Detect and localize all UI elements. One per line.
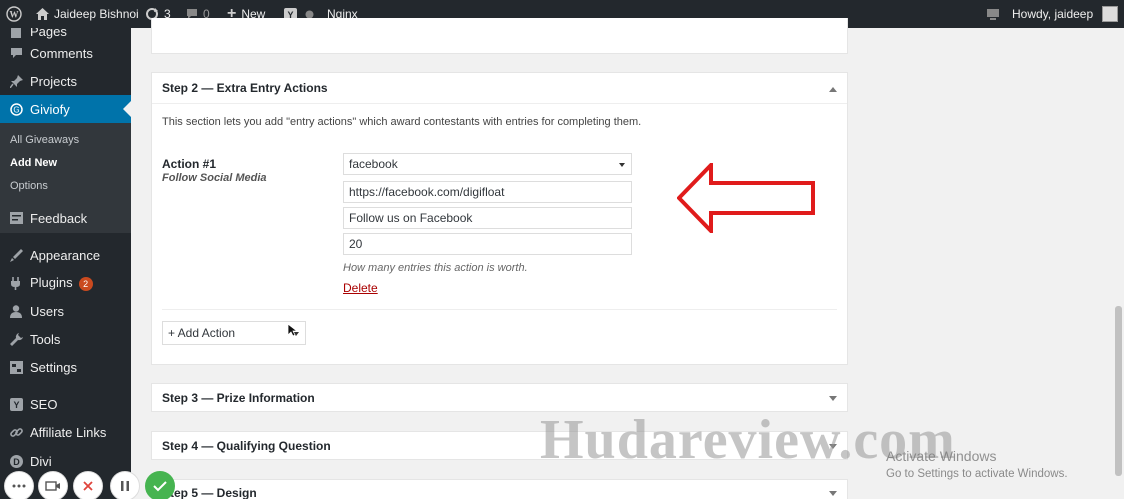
divi-icon: D [9,454,23,468]
pin-icon [9,74,23,88]
action-subtitle: Follow Social Media [162,172,267,184]
menu-label-plugins: Plugins 2 [30,275,93,291]
menu-label-pages: Pages [30,28,67,39]
my-account-link[interactable]: Howdy, jaideep [1012,0,1119,28]
network-select[interactable]: facebook [343,153,632,175]
add-action-select[interactable]: + Add Action [162,321,306,345]
cancel-recording-button[interactable] [73,471,103,499]
menu-item-projects[interactable]: Projects [0,67,131,95]
close-icon [83,481,93,491]
step5-panel[interactable]: Step 5 — Design [151,479,848,499]
menu-item-users[interactable]: Users [0,297,131,325]
delete-action-link[interactable]: Delete [343,281,378,295]
menu-label-users: Users [30,303,64,319]
wordpress-logo-icon[interactable]: W [6,0,22,28]
mouse-cursor-icon [287,323,297,337]
entries-input[interactable]: 20 [343,233,632,255]
submenu-options[interactable]: Options [10,180,48,192]
scrollbar-thumb[interactable] [1115,306,1122,476]
svg-text:W: W [10,10,19,20]
settings-icon [9,360,23,374]
scrollbar-track[interactable] [1113,28,1124,499]
menu-label-comments: Comments [30,45,93,61]
screen-icon[interactable] [986,0,1000,28]
expand-toggle-icon[interactable] [829,491,837,496]
step2-description: This section lets you add "entry actions… [162,116,642,128]
admin-sidebar: Pages Comments Projects G Giviofy All Gi… [0,28,131,499]
plugins-label-text: Plugins [30,275,73,291]
menu-item-affiliate-links[interactable]: Affiliate Links [0,418,131,446]
menu-label-seo: SEO [30,396,58,412]
camera-button[interactable] [38,471,68,499]
network-select-value: facebook [349,157,398,171]
collapse-toggle-icon[interactable] [829,87,837,92]
chevron-down-icon [619,163,625,167]
menu-item-feedback[interactable]: Feedback [0,204,131,232]
red-arrow-annotation-icon [677,163,815,233]
menu-item-comments[interactable]: Comments [0,39,131,67]
menu-label-appearance: Appearance [30,247,101,263]
avatar [1102,6,1119,22]
menu-item-settings[interactable]: Settings [0,353,131,381]
activate-windows-title: Activate Windows [886,448,997,464]
pages-icon [9,28,23,38]
entries-help-text: How many entries this action is worth. [343,262,528,274]
site-name-label: Jaideep Bishnoi [54,7,139,21]
submenu-add-new[interactable]: Add New [10,157,57,169]
svg-text:Y: Y [13,400,19,410]
step5-title: Step 5 — Design [162,486,257,499]
menu-item-giviofy[interactable]: G Giviofy [0,95,131,123]
menu-label-affiliate-links: Affiliate Links [30,424,107,440]
submenu-all-giveaways[interactable]: All Giveaways [10,134,79,146]
expand-toggle-icon[interactable] [829,396,837,401]
step1-panel-tail [151,18,848,54]
pause-icon [121,481,129,491]
activate-windows-subtitle: Go to Settings to activate Windows. [886,468,1068,480]
users-icon [9,304,23,318]
plugins-update-badge: 2 [78,276,93,291]
seo-icon: Y [9,397,23,411]
appearance-icon [9,248,23,262]
menu-label-feedback: Feedback [30,210,88,226]
more-options-button[interactable] [4,471,34,499]
pause-recording-button[interactable] [110,471,140,499]
menu-label-projects: Projects [30,73,77,89]
step3-title: Step 3 — Prize Information [162,391,315,405]
menu-label-tools: Tools [30,331,61,347]
menu-item-tools[interactable]: Tools [0,325,131,353]
feedback-icon [9,211,23,225]
step2-divider [152,103,847,104]
menu-item-plugins[interactable]: Plugins 2 [0,269,131,297]
url-input[interactable]: https://facebook.com/digifloat [343,181,632,203]
finish-recording-button[interactable] [145,471,175,499]
home-icon [36,8,49,20]
actions-divider [162,309,837,310]
menu-item-appearance[interactable]: Appearance [0,241,131,269]
menu-label-divi: Divi [30,453,52,469]
tools-icon [9,332,23,346]
camera-icon [45,481,60,491]
label-input[interactable]: Follow us on Facebook [343,207,632,229]
ellipsis-icon [12,484,26,488]
checkmark-icon [153,481,167,492]
svg-text:G: G [13,105,19,114]
step4-title: Step 4 — Qualifying Question [162,439,331,453]
giviofy-icon: G [9,102,23,116]
site-name-link[interactable]: Jaideep Bishnoi [36,0,139,28]
plugins-icon [9,276,23,290]
step2-title: Step 2 — Extra Entry Actions [162,81,328,95]
comments-icon [9,46,23,60]
menu-label-giviofy: Giviofy [30,101,70,117]
howdy-label: Howdy, jaideep [1012,7,1094,21]
add-action-label: + Add Action [168,326,236,340]
menu-label-settings: Settings [30,359,77,375]
svg-text:D: D [13,457,20,467]
action-title: Action #1 [162,157,217,171]
menu-item-seo[interactable]: Y SEO [0,390,131,418]
link-icon [9,425,23,439]
